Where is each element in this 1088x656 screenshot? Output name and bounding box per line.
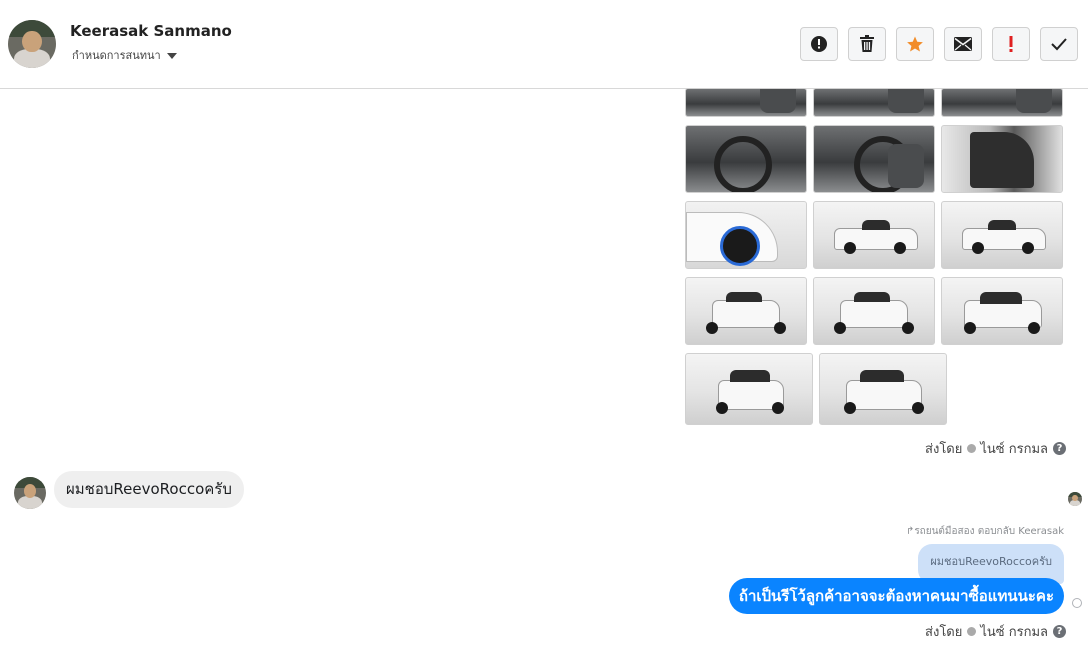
sent-by-line: ส่งโดย ไนซ์ กรกมล ? xyxy=(925,438,1066,459)
contact-name[interactable]: Keerasak Sanmano xyxy=(70,22,232,40)
star-icon xyxy=(907,36,923,52)
sent-by-line: ส่งโดย ไนซ์ กรกมล ? xyxy=(925,621,1066,642)
reply-note-text: รถยนต์มือสอง ตอบกลับ Keerasak xyxy=(914,526,1064,537)
car-interior-photo[interactable] xyxy=(813,88,935,117)
sender-name[interactable]: ไนซ์ กรกมล xyxy=(980,438,1048,459)
car-front-photo[interactable] xyxy=(941,277,1063,345)
help-icon[interactable]: ? xyxy=(1053,442,1066,455)
conversation-actions xyxy=(800,27,1088,61)
mark-unread-button[interactable] xyxy=(944,27,982,61)
car-side-photo[interactable] xyxy=(941,201,1063,269)
mark-spam-button[interactable] xyxy=(800,27,838,61)
car-front-photo[interactable] xyxy=(685,353,813,425)
contact-avatar[interactable] xyxy=(8,20,56,68)
sender-name[interactable]: ไนซ์ กรกมล xyxy=(980,621,1048,642)
incoming-message-bubble[interactable]: ผมชอบReevoRoccoครับ xyxy=(54,471,244,508)
conversation-header: Keerasak Sanmano กำหนดการสนทนา xyxy=(0,0,1088,89)
delete-button[interactable] xyxy=(848,27,886,61)
car-side-photo[interactable] xyxy=(813,201,935,269)
sent-by-prefix: ส่งโดย xyxy=(925,442,963,457)
car-interior-photo[interactable] xyxy=(941,88,1063,117)
outgoing-message-bubble[interactable]: ถ้าเป็นรีโว้ลูกค้าอาจจะต้องหาคนมาซื้อแทน… xyxy=(728,578,1064,614)
checkmark-icon xyxy=(1051,38,1067,51)
car-interior-photo[interactable] xyxy=(685,88,807,117)
caret-down-icon xyxy=(166,53,177,59)
car-rear-photo[interactable] xyxy=(813,277,935,345)
trash-icon xyxy=(860,35,874,52)
help-icon[interactable]: ? xyxy=(1053,625,1066,638)
check-icon xyxy=(967,627,977,636)
mark-done-button[interactable] xyxy=(1040,27,1078,61)
exclamation-icon xyxy=(1009,36,1013,52)
sender-avatar[interactable] xyxy=(14,477,46,509)
check-icon xyxy=(967,444,977,453)
star-button[interactable] xyxy=(896,27,934,61)
car-front-photo[interactable] xyxy=(819,353,947,425)
reply-note: ↱รถยนต์มือสอง ตอบกลับ Keerasak xyxy=(906,524,1064,539)
follow-up-button[interactable] xyxy=(992,27,1030,61)
delivered-status-icon xyxy=(1072,598,1082,608)
car-door-photo[interactable] xyxy=(941,125,1063,193)
car-dashboard-photo[interactable] xyxy=(685,125,807,193)
sent-by-prefix: ส่งโดย xyxy=(925,625,963,640)
envelope-icon xyxy=(954,37,972,51)
alert-circle-icon xyxy=(811,36,827,52)
car-rear-photo[interactable] xyxy=(685,277,807,345)
car-cabin-photo[interactable] xyxy=(813,125,935,193)
assign-label: กำหนดการสนทนา xyxy=(72,49,161,62)
seen-avatar xyxy=(1068,492,1082,506)
car-fender-photo[interactable] xyxy=(685,201,807,269)
assign-conversation-dropdown[interactable]: กำหนดการสนทนา xyxy=(72,46,177,64)
